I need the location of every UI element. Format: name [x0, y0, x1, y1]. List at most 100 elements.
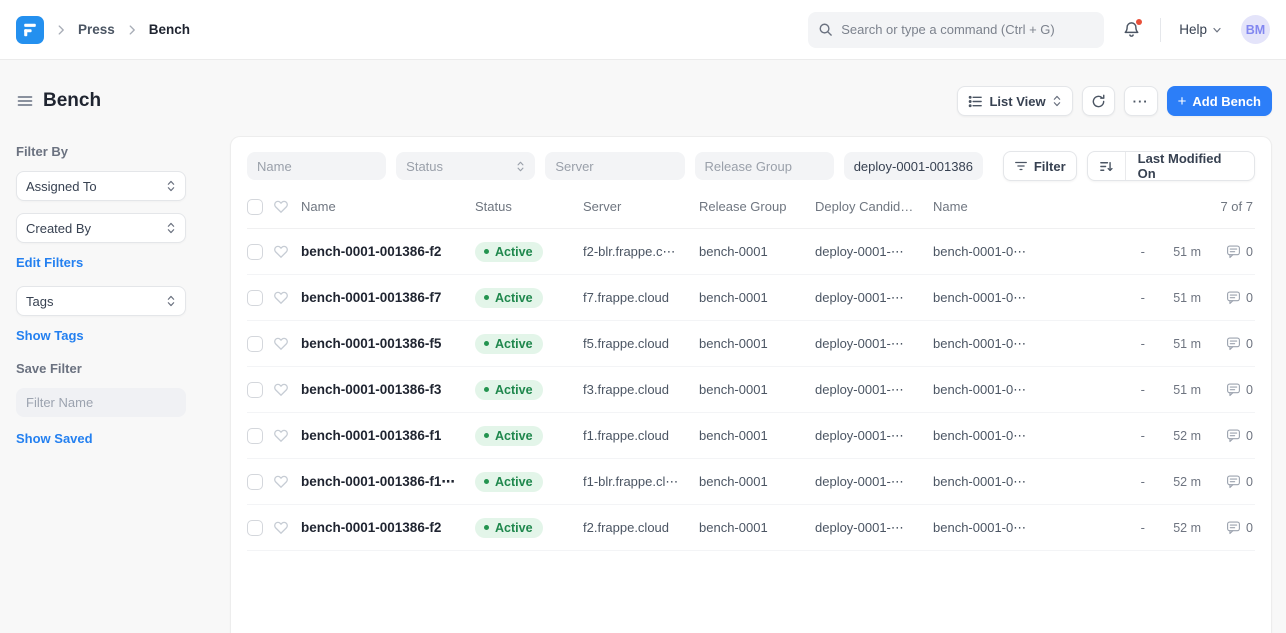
header-server[interactable]: Server: [583, 199, 699, 214]
frappe-logo[interactable]: [16, 16, 44, 44]
sidebar-toggle-icon[interactable]: [16, 92, 34, 110]
edit-filters-link[interactable]: Edit Filters: [16, 255, 214, 270]
comment-count: 0: [1246, 337, 1253, 351]
user-avatar[interactable]: BM: [1241, 15, 1270, 44]
add-bench-button[interactable]: + Add Bench: [1167, 86, 1272, 116]
refresh-button[interactable]: [1082, 86, 1115, 116]
table-row[interactable]: bench-0001-001386-f3 Active f3.frappe.cl…: [247, 367, 1255, 413]
comment-icon: [1226, 520, 1241, 535]
created-by-select[interactable]: Created By: [16, 213, 186, 243]
bench-name[interactable]: bench-0001-001386-f7: [301, 290, 475, 305]
release-group-cell: bench-0001: [699, 382, 815, 397]
show-tags-link[interactable]: Show Tags: [16, 328, 214, 343]
header-release-group[interactable]: Release Group: [699, 199, 815, 214]
release-group-filter-input[interactable]: Release Group: [695, 152, 834, 180]
header-name[interactable]: Name: [301, 199, 475, 214]
table-row[interactable]: bench-0001-001386-f1⋯ Active f1-blr.frap…: [247, 459, 1255, 505]
row-checkbox[interactable]: [247, 382, 263, 398]
view-selector-button[interactable]: List View: [957, 86, 1072, 116]
header-deploy-candidate[interactable]: Deploy Candid…: [815, 199, 933, 214]
deploy-candidate-cell: deploy-0001-⋯: [815, 382, 933, 398]
name2-cell: bench-0001-0⋯: [933, 382, 1105, 398]
bench-name[interactable]: bench-0001-001386-f5: [301, 336, 475, 351]
sort-control[interactable]: Last Modified On: [1087, 151, 1255, 181]
header-status[interactable]: Status: [475, 199, 583, 214]
tags-select[interactable]: Tags: [16, 286, 186, 316]
server-filter-input[interactable]: Server: [545, 152, 684, 180]
select-all-checkbox[interactable]: [247, 199, 263, 215]
filter-button[interactable]: Filter: [1003, 151, 1077, 181]
table-row[interactable]: bench-0001-001386-f1 Active f1.frappe.cl…: [247, 413, 1255, 459]
breadcrumb-press[interactable]: Press: [78, 22, 115, 37]
global-search[interactable]: [808, 12, 1104, 48]
status-filter-select[interactable]: Status: [396, 152, 535, 180]
name2-cell: bench-0001-0⋯: [933, 244, 1105, 260]
row-favorite-button[interactable]: [273, 336, 301, 352]
row-checkbox[interactable]: [247, 474, 263, 490]
row-checkbox[interactable]: [247, 428, 263, 444]
server-cell: f3.frappe.cloud: [583, 382, 699, 397]
comments-cell: 0: [1201, 520, 1255, 535]
favorite-column-icon: [273, 199, 301, 215]
assigned-to-select[interactable]: Assigned To: [16, 171, 186, 201]
notifications-button[interactable]: [1122, 20, 1142, 40]
sort-field-button[interactable]: Last Modified On: [1126, 152, 1254, 180]
comment-count: 0: [1246, 475, 1253, 489]
heart-icon: [273, 382, 289, 398]
more-options-button[interactable]: ···: [1124, 86, 1158, 116]
row-checkbox[interactable]: [247, 520, 263, 536]
help-menu[interactable]: Help: [1179, 22, 1223, 37]
bench-name[interactable]: bench-0001-001386-f1: [301, 428, 475, 443]
bench-name[interactable]: bench-0001-001386-f1⋯: [301, 474, 475, 490]
status-label: Active: [495, 475, 533, 489]
row-favorite-button[interactable]: [273, 428, 301, 444]
sort-direction-button[interactable]: [1088, 152, 1126, 180]
breadcrumb-bench[interactable]: Bench: [149, 22, 190, 37]
row-favorite-button[interactable]: [273, 520, 301, 536]
bench-name[interactable]: bench-0001-001386-f2: [301, 520, 475, 535]
assignee-cell: -: [1105, 382, 1151, 397]
heart-icon: [273, 199, 289, 215]
table-row[interactable]: bench-0001-001386-f7 Active f7.frappe.cl…: [247, 275, 1255, 321]
row-checkbox[interactable]: [247, 244, 263, 260]
row-favorite-button[interactable]: [273, 382, 301, 398]
server-cell: f2.frappe.cloud: [583, 520, 699, 535]
assignee-cell: -: [1105, 290, 1151, 305]
filter-button-label: Filter: [1034, 159, 1066, 174]
table-row[interactable]: bench-0001-001386-f2 Active f2-blr.frapp…: [247, 229, 1255, 275]
server-cell: f1-blr.frappe.cl⋯: [583, 474, 699, 490]
comments-cell: 0: [1201, 244, 1255, 259]
release-group-cell: bench-0001: [699, 428, 815, 443]
deploy-candidate-cell: deploy-0001-⋯: [815, 290, 933, 306]
deploy-candidate-filter-input[interactable]: deploy-0001-001386: [844, 152, 983, 180]
row-favorite-button[interactable]: [273, 474, 301, 490]
chevron-up-down-icon: [166, 179, 176, 193]
row-checkbox[interactable]: [247, 336, 263, 352]
show-saved-link[interactable]: Show Saved: [16, 431, 214, 446]
chevron-up-down-icon: [516, 160, 525, 173]
sort-descending-icon: [1099, 159, 1114, 174]
bench-name[interactable]: bench-0001-001386-f3: [301, 382, 475, 397]
server-cell: f7.frappe.cloud: [583, 290, 699, 305]
table-row[interactable]: bench-0001-001386-f5 Active f5.frappe.cl…: [247, 321, 1255, 367]
bench-name[interactable]: bench-0001-001386-f2: [301, 244, 475, 259]
status-badge: Active: [475, 334, 543, 354]
table-row[interactable]: bench-0001-001386-f2 Active f2.frappe.cl…: [247, 505, 1255, 551]
filter-name-input[interactable]: [16, 388, 186, 417]
name-filter-placeholder: Name: [257, 159, 292, 174]
row-favorite-button[interactable]: [273, 244, 301, 260]
status-label: Active: [495, 521, 533, 535]
result-count: 7 of 7: [1105, 199, 1255, 214]
status-badge: Active: [475, 380, 543, 400]
search-input[interactable]: [841, 22, 1094, 37]
ellipsis-icon: ···: [1133, 94, 1149, 109]
status-dot-icon: [484, 525, 489, 530]
header-name2[interactable]: Name: [933, 199, 1105, 214]
deploy-candidate-cell: deploy-0001-⋯: [815, 428, 933, 444]
row-checkbox[interactable]: [247, 290, 263, 306]
comment-icon: [1226, 382, 1241, 397]
status-badge: Active: [475, 426, 543, 446]
name-filter-input[interactable]: Name: [247, 152, 386, 180]
row-favorite-button[interactable]: [273, 290, 301, 306]
status-dot-icon: [484, 295, 489, 300]
